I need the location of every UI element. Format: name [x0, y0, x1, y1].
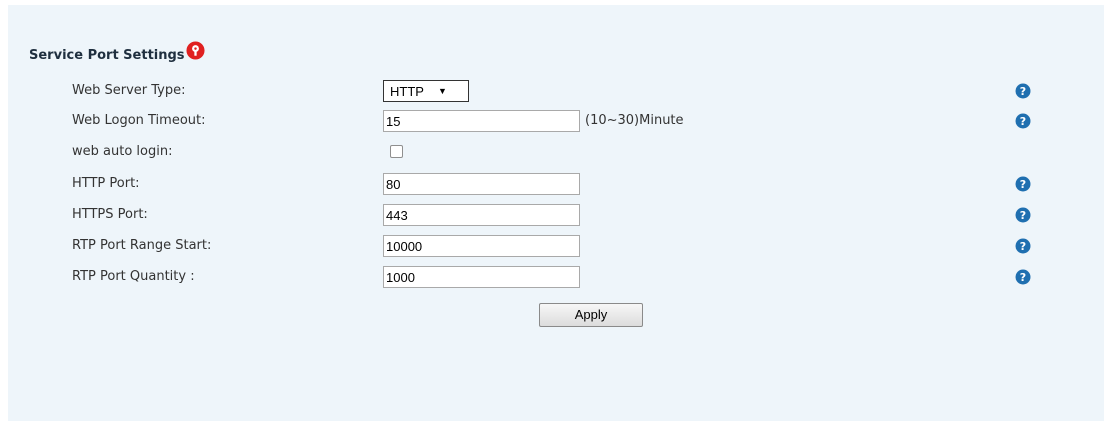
settings-panel: Service Port Settings Web Server Type: H… [8, 5, 1104, 421]
svg-text:?: ? [1020, 115, 1026, 128]
rtp-port-quantity-input[interactable] [383, 266, 580, 288]
help-question-icon[interactable]: ? [1015, 176, 1031, 192]
web-logon-timeout-hint: (10~30)Minute [585, 113, 684, 128]
info-alert-icon[interactable] [186, 41, 205, 60]
row-https-port: HTTPS Port: ? [8, 203, 1104, 229]
web-auto-login-label: web auto login: [72, 144, 173, 159]
svg-text:?: ? [1020, 271, 1026, 284]
section-title: Service Port Settings [29, 41, 205, 65]
svg-text:?: ? [1020, 178, 1026, 191]
section-title-text: Service Port Settings [29, 48, 185, 63]
rtp-port-quantity-label: RTP Port Quantity : [72, 269, 195, 284]
help-question-icon[interactable]: ? [1015, 238, 1031, 254]
web-server-type-select[interactable]: HTTP ▼ [383, 80, 469, 102]
row-web-auto-login: web auto login: [8, 140, 1104, 166]
row-web-server-type: Web Server Type: HTTP ▼ ? [8, 79, 1104, 105]
svg-text:?: ? [1020, 240, 1026, 253]
rtp-port-range-start-input[interactable] [383, 235, 580, 257]
web-server-type-selected: HTTP [390, 83, 424, 99]
web-server-type-label: Web Server Type: [72, 83, 186, 98]
svg-text:?: ? [1020, 85, 1026, 98]
help-question-icon[interactable]: ? [1015, 113, 1031, 129]
help-question-icon[interactable]: ? [1015, 207, 1031, 223]
help-question-icon[interactable]: ? [1015, 83, 1031, 99]
web-auto-login-checkbox[interactable] [390, 145, 403, 158]
apply-button[interactable]: Apply [539, 303, 643, 327]
row-rtp-port-quantity: RTP Port Quantity : ? [8, 265, 1104, 291]
https-port-input[interactable] [383, 204, 580, 226]
row-web-logon-timeout: Web Logon Timeout: (10~30)Minute ? [8, 109, 1104, 135]
help-question-icon[interactable]: ? [1015, 269, 1031, 285]
web-logon-timeout-input[interactable] [383, 110, 580, 132]
rtp-port-range-start-label: RTP Port Range Start: [72, 238, 212, 253]
https-port-label: HTTPS Port: [72, 207, 148, 222]
chevron-down-icon: ▼ [437, 86, 447, 96]
row-rtp-port-range-start: RTP Port Range Start: ? [8, 234, 1104, 260]
http-port-label: HTTP Port: [72, 176, 140, 191]
web-logon-timeout-label: Web Logon Timeout: [72, 113, 206, 128]
svg-text:?: ? [1020, 209, 1026, 222]
http-port-input[interactable] [383, 173, 580, 195]
row-http-port: HTTP Port: ? [8, 172, 1104, 198]
